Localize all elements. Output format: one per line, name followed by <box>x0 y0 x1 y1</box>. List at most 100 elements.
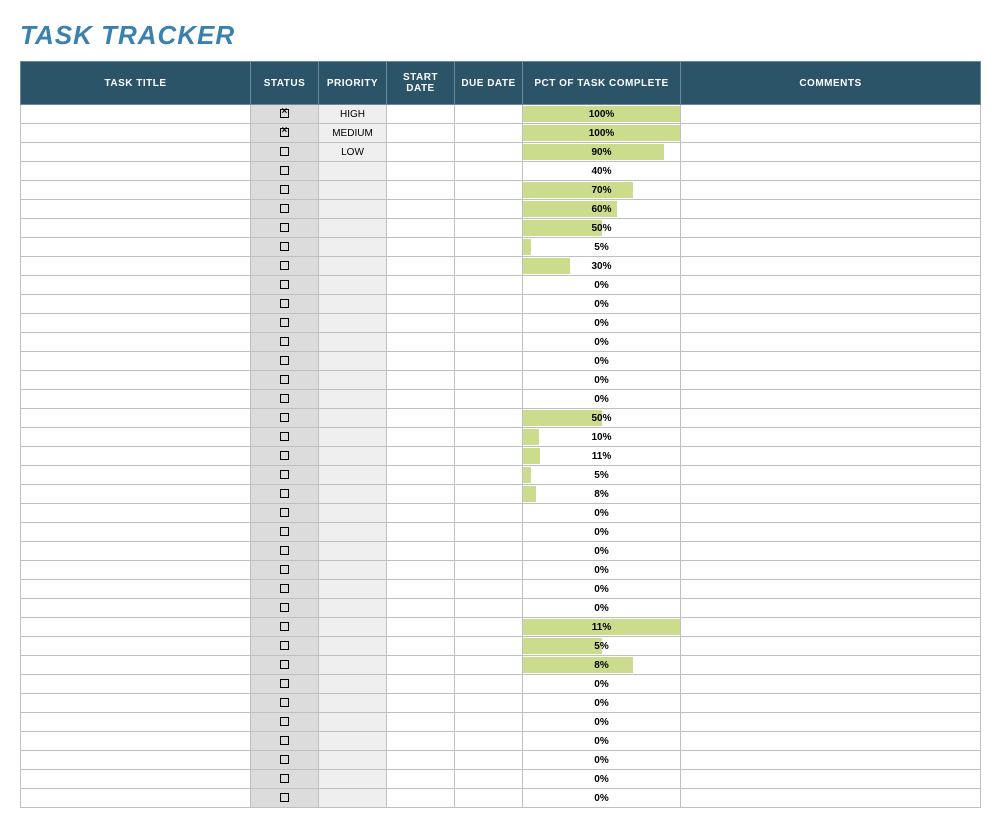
cell-priority[interactable] <box>319 637 387 656</box>
cell-due-date[interactable] <box>455 124 523 143</box>
cell-start-date[interactable] <box>387 637 455 656</box>
cell-comments[interactable] <box>681 561 981 580</box>
cell-pct[interactable]: 8% <box>523 485 681 504</box>
cell-due-date[interactable] <box>455 276 523 295</box>
cell-comments[interactable] <box>681 466 981 485</box>
cell-pct[interactable]: 0% <box>523 276 681 295</box>
cell-start-date[interactable] <box>387 599 455 618</box>
cell-task-title[interactable] <box>21 276 251 295</box>
cell-task-title[interactable] <box>21 124 251 143</box>
cell-task-title[interactable] <box>21 143 251 162</box>
cell-task-title[interactable] <box>21 162 251 181</box>
status-checkbox[interactable] <box>280 128 289 137</box>
cell-comments[interactable] <box>681 143 981 162</box>
cell-status[interactable] <box>251 599 319 618</box>
cell-pct[interactable]: 11% <box>523 618 681 637</box>
cell-comments[interactable] <box>681 371 981 390</box>
cell-pct[interactable]: 0% <box>523 789 681 808</box>
cell-priority[interactable]: HIGH <box>319 105 387 124</box>
cell-priority[interactable] <box>319 219 387 238</box>
cell-comments[interactable] <box>681 219 981 238</box>
cell-due-date[interactable] <box>455 561 523 580</box>
cell-comments[interactable] <box>681 637 981 656</box>
cell-pct[interactable]: 0% <box>523 580 681 599</box>
cell-pct[interactable]: 90% <box>523 143 681 162</box>
cell-comments[interactable] <box>681 580 981 599</box>
cell-priority[interactable] <box>319 390 387 409</box>
cell-comments[interactable] <box>681 770 981 789</box>
cell-comments[interactable] <box>681 181 981 200</box>
cell-status[interactable] <box>251 447 319 466</box>
cell-priority[interactable] <box>319 599 387 618</box>
cell-pct[interactable]: 0% <box>523 675 681 694</box>
cell-start-date[interactable] <box>387 485 455 504</box>
cell-status[interactable] <box>251 219 319 238</box>
status-checkbox[interactable] <box>280 375 289 384</box>
cell-comments[interactable] <box>681 390 981 409</box>
cell-task-title[interactable] <box>21 428 251 447</box>
cell-due-date[interactable] <box>455 618 523 637</box>
cell-due-date[interactable] <box>455 485 523 504</box>
cell-due-date[interactable] <box>455 143 523 162</box>
cell-due-date[interactable] <box>455 162 523 181</box>
status-checkbox[interactable] <box>280 679 289 688</box>
cell-pct[interactable]: 11% <box>523 447 681 466</box>
cell-comments[interactable] <box>681 542 981 561</box>
status-checkbox[interactable] <box>280 299 289 308</box>
cell-pct[interactable]: 0% <box>523 295 681 314</box>
cell-due-date[interactable] <box>455 713 523 732</box>
cell-priority[interactable] <box>319 200 387 219</box>
cell-start-date[interactable] <box>387 257 455 276</box>
cell-task-title[interactable] <box>21 504 251 523</box>
cell-due-date[interactable] <box>455 200 523 219</box>
cell-pct[interactable]: 0% <box>523 523 681 542</box>
cell-start-date[interactable] <box>387 580 455 599</box>
status-checkbox[interactable] <box>280 508 289 517</box>
cell-task-title[interactable] <box>21 732 251 751</box>
status-checkbox[interactable] <box>280 736 289 745</box>
cell-priority[interactable] <box>319 181 387 200</box>
cell-start-date[interactable] <box>387 542 455 561</box>
cell-status[interactable] <box>251 656 319 675</box>
cell-task-title[interactable] <box>21 694 251 713</box>
status-checkbox[interactable] <box>280 223 289 232</box>
status-checkbox[interactable] <box>280 622 289 631</box>
status-checkbox[interactable] <box>280 470 289 479</box>
cell-pct[interactable]: 0% <box>523 371 681 390</box>
cell-status[interactable] <box>251 105 319 124</box>
status-checkbox[interactable] <box>280 147 289 156</box>
cell-task-title[interactable] <box>21 238 251 257</box>
status-checkbox[interactable] <box>280 546 289 555</box>
cell-start-date[interactable] <box>387 219 455 238</box>
cell-status[interactable] <box>251 124 319 143</box>
cell-status[interactable] <box>251 485 319 504</box>
cell-comments[interactable] <box>681 333 981 352</box>
cell-comments[interactable] <box>681 599 981 618</box>
cell-priority[interactable]: LOW <box>319 143 387 162</box>
cell-due-date[interactable] <box>455 599 523 618</box>
cell-pct[interactable]: 8% <box>523 656 681 675</box>
cell-priority[interactable] <box>319 485 387 504</box>
cell-start-date[interactable] <box>387 238 455 257</box>
cell-comments[interactable] <box>681 200 981 219</box>
cell-task-title[interactable] <box>21 770 251 789</box>
status-checkbox[interactable] <box>280 394 289 403</box>
cell-priority[interactable] <box>319 770 387 789</box>
cell-due-date[interactable] <box>455 257 523 276</box>
cell-pct[interactable]: 0% <box>523 352 681 371</box>
cell-comments[interactable] <box>681 789 981 808</box>
cell-comments[interactable] <box>681 713 981 732</box>
status-checkbox[interactable] <box>280 432 289 441</box>
cell-status[interactable] <box>251 276 319 295</box>
cell-comments[interactable] <box>681 238 981 257</box>
cell-pct[interactable]: 0% <box>523 314 681 333</box>
cell-priority[interactable] <box>319 371 387 390</box>
cell-status[interactable] <box>251 333 319 352</box>
cell-status[interactable] <box>251 162 319 181</box>
cell-task-title[interactable] <box>21 466 251 485</box>
cell-pct[interactable]: 0% <box>523 561 681 580</box>
cell-task-title[interactable] <box>21 333 251 352</box>
cell-priority[interactable] <box>319 466 387 485</box>
status-checkbox[interactable] <box>280 584 289 593</box>
cell-priority[interactable] <box>319 409 387 428</box>
